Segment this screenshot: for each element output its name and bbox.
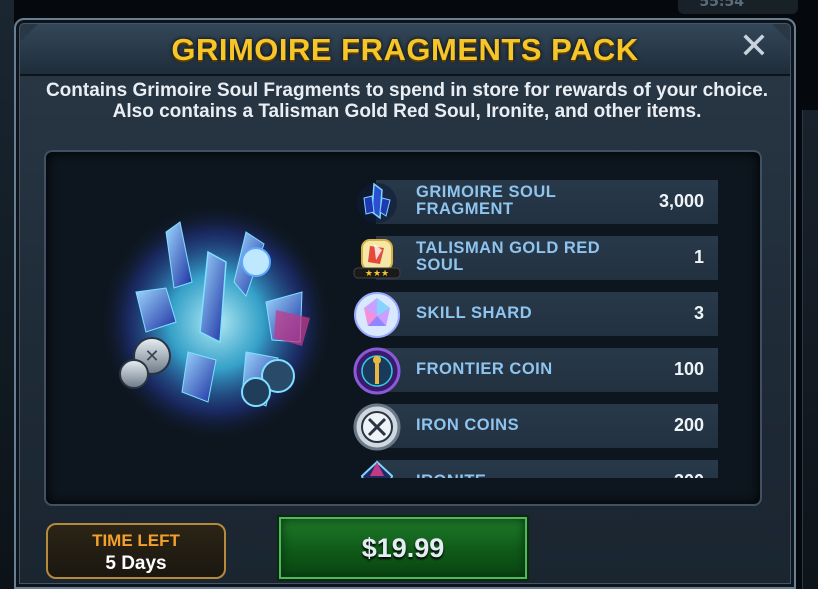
reward-quantity: 3,000 <box>658 190 704 211</box>
pack-contents-panel: ✕ GRIMOIRE SOUL FRAGMENT 3,000 ★★★ TALIS… <box>44 150 762 506</box>
pack-dialog: GRIMOIRE FRAGMENTS PACK ✕ Contains Grimo… <box>14 18 796 589</box>
reward-name: GRIMOIRE SOUL FRAGMENT <box>416 183 557 218</box>
time-left-label: TIME LEFT <box>92 531 180 550</box>
reward-quantity: 3 <box>693 302 704 323</box>
background-right-panel <box>802 110 818 589</box>
reward-name: SKILL SHARD <box>416 303 533 322</box>
reward-quantity: 1 <box>693 246 704 267</box>
close-button[interactable]: ✕ <box>738 29 770 65</box>
background-timer-text: 55:54 <box>699 0 744 10</box>
reward-quantity: 300 <box>674 461 704 479</box>
pack-title: GRIMOIRE FRAGMENTS PACK <box>171 32 639 67</box>
reward-row: ★★★ TALISMAN GOLD RED SOUL 1 <box>352 234 718 280</box>
purchase-button[interactable]: $19.99 <box>279 517 527 579</box>
dialog-header: GRIMOIRE FRAGMENTS PACK <box>20 24 790 76</box>
background-timer-tab: 55:54 <box>678 0 798 14</box>
reward-name: IRON COINS <box>416 415 520 434</box>
reward-list[interactable]: GRIMOIRE SOUL FRAGMENT 3,000 ★★★ TALISMA… <box>352 178 718 478</box>
reward-quantity: 100 <box>673 358 704 379</box>
reward-stars: ★★★ <box>365 269 389 279</box>
talisman-gold-red-soul-icon: ★★★ <box>353 239 401 279</box>
time-left-box: TIME LEFT 5 Days <box>46 523 226 579</box>
close-icon: ✕ <box>738 26 770 67</box>
iron-coins-icon <box>353 403 401 451</box>
reward-row: IRONITE 300 <box>352 458 718 478</box>
reward-row: IRON COINS 200 <box>352 402 718 451</box>
pack-description: Contains Grimoire Soul Fragments to spen… <box>45 80 769 122</box>
frontier-coin-icon <box>353 347 401 395</box>
purchase-price: $19.99 <box>361 533 445 563</box>
reward-name: FRONTIER COIN <box>416 359 553 378</box>
reward-row: GRIMOIRE SOUL FRAGMENT 3,000 <box>352 178 718 224</box>
reward-name: IRONITE <box>416 461 626 478</box>
reward-name: TALISMAN GOLD RED SOUL <box>416 239 601 274</box>
time-left-value: 5 Days <box>105 553 167 574</box>
reward-row: FRONTIER COIN 100 <box>352 346 718 395</box>
reward-row: SKILL SHARD 3 <box>352 290 718 338</box>
ironite-icon <box>360 460 394 478</box>
skill-shard-icon <box>354 292 400 338</box>
reward-quantity: 200 <box>673 414 704 435</box>
grimoire-fragment-icon <box>357 182 397 223</box>
background-left-panel <box>0 0 14 589</box>
grimoire-crystal-cluster-icon: ✕ <box>98 202 334 442</box>
svg-text:✕: ✕ <box>144 346 159 367</box>
